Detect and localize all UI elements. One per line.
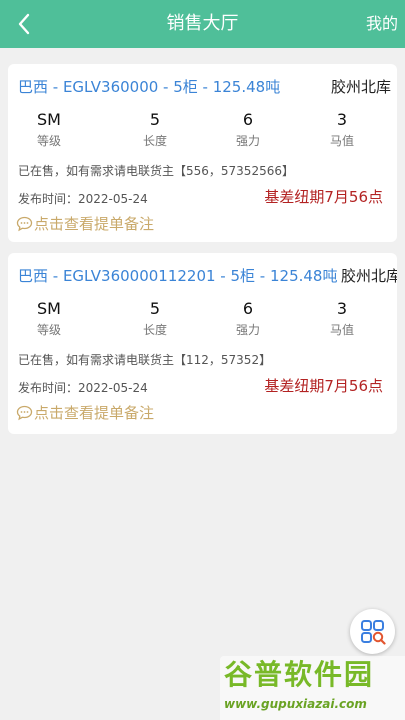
watermark-logo: 谷普软件园: [224, 658, 375, 691]
spec-grade: SM 等级: [14, 110, 84, 150]
product-link[interactable]: 巴西 - EGLV360000 - 5柜 - 125.48吨: [18, 76, 280, 98]
publish-date: 发布时间：2022-05-24: [18, 381, 148, 395]
spec-label: 等级: [36, 323, 61, 337]
spec-micronaire: 3 马值: [307, 110, 377, 150]
spec-value: 5: [149, 110, 161, 129]
page-title: 销售大厅: [166, 13, 239, 34]
basis-price: 基差纽期7月56点: [264, 377, 383, 395]
listing-header: 巴西 - EGLV360000 - 5柜 - 125.48吨 胶州北库: [18, 76, 397, 98]
spec-value: 6: [242, 299, 254, 318]
product-link[interactable]: 巴西 - EGLV360000112201 - 5柜 - 125.48吨: [18, 265, 337, 287]
view-note-link[interactable]: 点击查看提单备注: [16, 401, 154, 425]
spec-label: 强力: [235, 134, 260, 148]
spec-label: 强力: [235, 323, 260, 337]
publish-row: 发布时间：2022-05-24 基差纽期7月56点: [18, 375, 383, 399]
spec-strength: 6 强力: [213, 299, 283, 339]
search-filter-button[interactable]: [350, 609, 395, 654]
spec-label: 长度: [142, 323, 167, 337]
spec-length: 5 长度: [120, 299, 190, 339]
spec-value: SM: [37, 110, 61, 129]
chat-bubble-icon: [16, 405, 33, 421]
view-note-link[interactable]: 点击查看提单备注: [16, 212, 154, 236]
spec-label: 等级: [36, 134, 61, 148]
spec-grade: SM 等级: [14, 299, 84, 339]
grid-search-icon: [360, 619, 386, 645]
spec-value: 3: [336, 110, 348, 129]
listing-card[interactable]: 巴西 - EGLV360000112201 - 5柜 - 125.48吨 胶州北…: [8, 253, 397, 434]
warehouse-label: 胶州北库: [330, 78, 391, 96]
view-note-label: 点击查看提单备注: [34, 404, 155, 422]
listing-header: 巴西 - EGLV360000112201 - 5柜 - 125.48吨 胶州北…: [18, 265, 397, 287]
spec-label: 马值: [329, 323, 354, 337]
spec-label: 马值: [329, 134, 354, 148]
watermark-url: www.gupuxiazai.com: [224, 697, 367, 711]
spec-micronaire: 3 马值: [307, 299, 377, 339]
publish-date: 发布时间：2022-05-24: [18, 192, 148, 206]
my-account-button[interactable]: 我的: [366, 13, 398, 35]
spec-value: 3: [336, 299, 348, 318]
spec-row: SM 等级 5 长度 6 强力 3 马值: [8, 299, 397, 341]
sale-status: 已在售，如有需求请电联货主【112，57352】: [18, 353, 272, 367]
spec-length: 5 长度: [120, 110, 190, 150]
site-watermark: 谷普软件园 www.gupuxiazai.com: [220, 656, 405, 720]
warehouse-label: 胶州北库: [340, 267, 397, 285]
spec-value: 5: [149, 299, 161, 318]
sale-status: 已在售，如有需求请电联货主【556，57352566】: [18, 164, 294, 178]
app-header: 销售大厅 我的: [0, 0, 405, 48]
spec-value: 6: [242, 110, 254, 129]
spec-row: SM 等级 5 长度 6 强力 3 马值: [8, 110, 397, 152]
chat-bubble-icon: [16, 216, 33, 232]
publish-row: 发布时间：2022-05-24 基差纽期7月56点: [18, 186, 383, 210]
view-note-label: 点击查看提单备注: [34, 215, 155, 233]
spec-value: SM: [37, 299, 61, 318]
basis-price: 基差纽期7月56点: [264, 188, 383, 206]
spec-strength: 6 强力: [213, 110, 283, 150]
listing-card[interactable]: 巴西 - EGLV360000 - 5柜 - 125.48吨 胶州北库 SM 等…: [8, 64, 397, 242]
spec-label: 长度: [142, 134, 167, 148]
